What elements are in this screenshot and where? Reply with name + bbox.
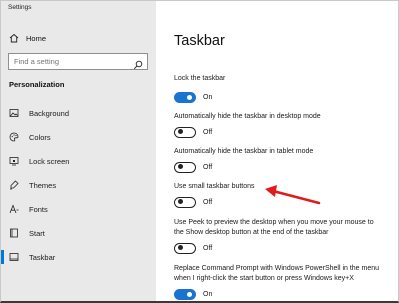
search-icon[interactable]: [133, 57, 143, 70]
toggle-knob: [178, 199, 183, 204]
toggle-state-label: Off: [203, 128, 213, 136]
toggle-state-label: Off: [203, 244, 213, 252]
settings-window: Settings Home Personalization Background: [0, 0, 399, 303]
toggle-switch-on[interactable]: [174, 288, 196, 300]
section-heading: Personalization: [9, 80, 65, 89]
toggle-state-label: Off: [203, 198, 213, 206]
setting-lock-taskbar[interactable]: On: [174, 91, 212, 103]
sidebar-item-label: Lock screen: [29, 156, 70, 166]
setting-label-peek-line1: Use Peek to preview the desktop when you…: [174, 219, 374, 226]
start-icon: [9, 228, 19, 238]
setting-label-small-buttons: Use small taskbar buttons: [174, 183, 255, 190]
sidebar-item-label: Start: [29, 228, 45, 238]
sidebar-item-label: Taskbar: [29, 252, 56, 262]
setting-small-buttons[interactable]: Off: [174, 196, 212, 208]
setting-label-lock-taskbar: Lock the taskbar: [174, 75, 226, 82]
toggle-state-label: On: [203, 290, 213, 298]
toggle-knob: [187, 94, 192, 100]
toggle-knob: [178, 245, 183, 250]
sidebar-item-label: Fonts: [29, 204, 48, 214]
toggle-switch-off[interactable]: [174, 242, 196, 254]
sidebar-item-taskbar[interactable]: Taskbar: [1, 246, 156, 268]
colors-icon: [9, 132, 19, 142]
background-icon: [9, 108, 19, 118]
sidebar-item-colors[interactable]: Colors: [1, 126, 156, 148]
main-content: Taskbar Lock the taskbar On Automaticall…: [156, 1, 398, 301]
sidebar-item-lock-screen[interactable]: Lock screen: [1, 150, 156, 172]
setting-powershell[interactable]: On: [174, 288, 212, 300]
taskbar-icon: [9, 252, 19, 262]
sidebar: Settings Home Personalization Background: [1, 1, 156, 301]
setting-label-powershell-line2: when I right-click the start button or p…: [174, 275, 354, 282]
setting-peek[interactable]: Off: [174, 242, 212, 254]
setting-label-powershell-line1: Replace Command Prompt with Windows Powe…: [174, 265, 380, 272]
window-title: Settings: [8, 4, 32, 11]
search-input[interactable]: [9, 57, 127, 66]
setting-label-autohide-desktop: Automatically hide the taskbar in deskto…: [174, 113, 321, 120]
sidebar-item-fonts[interactable]: Fonts: [1, 198, 156, 220]
toggle-state-label: On: [203, 93, 213, 101]
toggle-knob: [178, 129, 183, 134]
toggle-switch-off[interactable]: [174, 126, 196, 138]
fonts-icon: [9, 204, 19, 214]
toggle-switch-off[interactable]: [174, 196, 196, 208]
active-indicator: [1, 250, 4, 264]
setting-label-autohide-tablet: Automatically hide the taskbar in tablet…: [174, 148, 314, 155]
home-label: Home: [26, 33, 47, 43]
sidebar-item-start[interactable]: Start: [1, 222, 156, 244]
sidebar-item-home[interactable]: Home: [9, 32, 46, 44]
themes-icon: [9, 180, 19, 190]
toggle-switch-on[interactable]: [174, 91, 196, 103]
sidebar-item-label: Background: [29, 108, 70, 118]
toggle-knob: [178, 164, 183, 169]
sidebar-item-background[interactable]: Background: [1, 102, 156, 124]
setting-autohide-tablet[interactable]: Off: [174, 161, 212, 173]
sidebar-item-themes[interactable]: Themes: [1, 174, 156, 196]
setting-label-peek-line2: the Show desktop button at the end of th…: [174, 229, 329, 236]
search-box[interactable]: [8, 53, 148, 70]
page-title: Taskbar: [174, 33, 225, 49]
sidebar-item-label: Colors: [29, 132, 51, 142]
toggle-switch-off[interactable]: [174, 161, 196, 173]
setting-autohide-desktop[interactable]: Off: [174, 126, 212, 138]
toggle-knob: [187, 291, 192, 297]
home-icon: [9, 33, 19, 43]
lock-screen-icon: [9, 156, 19, 166]
toggle-state-label: Off: [203, 163, 213, 171]
sidebar-item-label: Themes: [29, 180, 57, 190]
